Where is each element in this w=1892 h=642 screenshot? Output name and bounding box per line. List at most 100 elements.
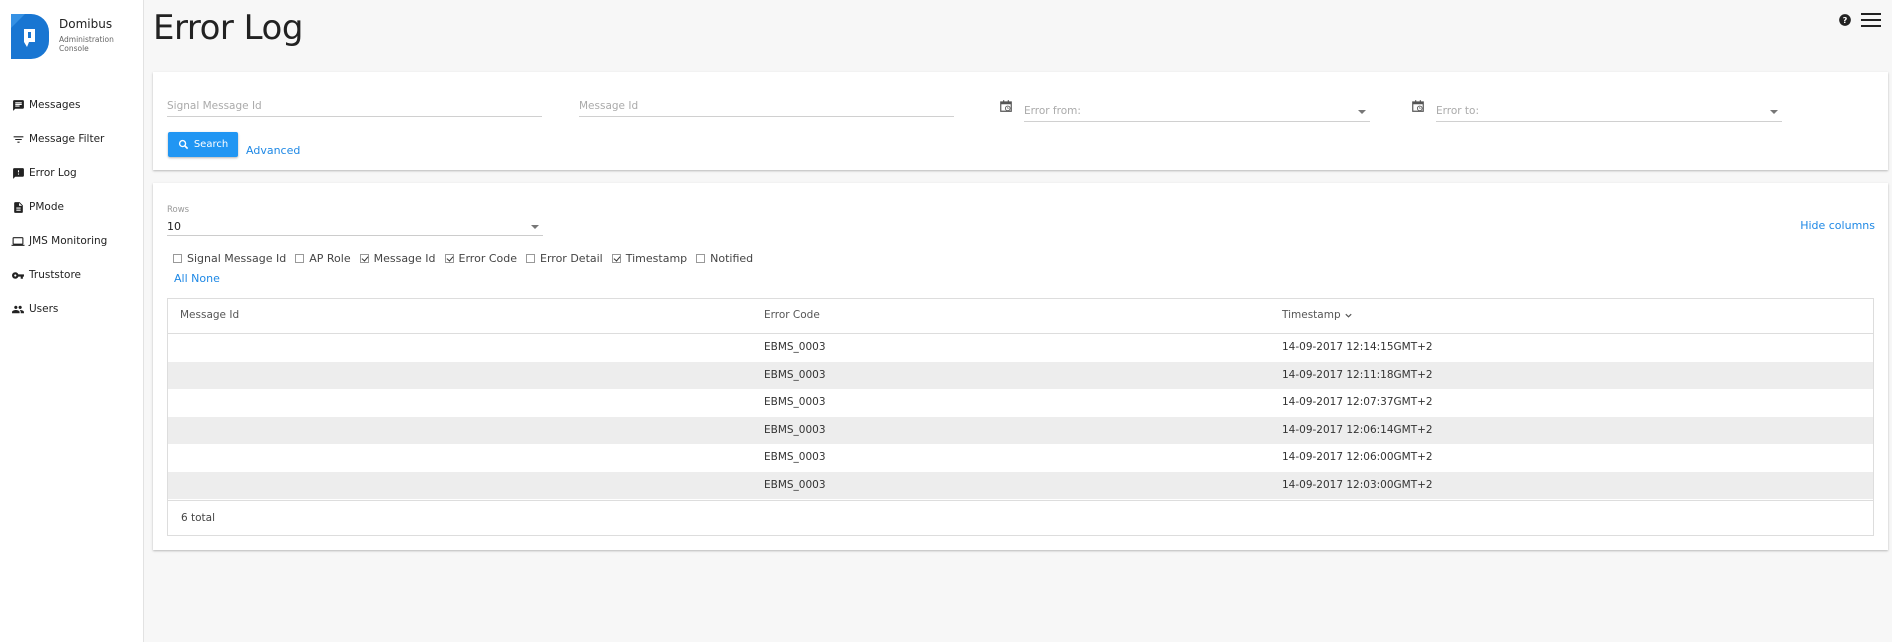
column-header-timestamp[interactable]: Timestamp <box>1282 309 1353 321</box>
table-body: EBMS_0003 14-09-2017 12:14:15GMT+2 EBMS_… <box>168 334 1873 499</box>
cell-timestamp: 14-09-2017 12:06:14GMT+2 <box>1282 423 1433 436</box>
cell-error-code: EBMS_0003 <box>764 451 826 463</box>
laptop-icon <box>11 234 25 248</box>
message-icon <box>11 98 25 112</box>
cell-error-code: EBMS_0003 <box>764 368 826 381</box>
sidebar-item-label: PMode <box>29 201 64 213</box>
brand: Domibus Administration Console <box>11 14 114 59</box>
sidebar-item-pmode[interactable]: PMode <box>0 190 144 224</box>
rows-label: Rows <box>167 205 190 215</box>
alert-icon <box>11 166 25 180</box>
select-none-link[interactable]: None <box>191 272 220 285</box>
table-footer: 6 total <box>168 500 1873 535</box>
chevron-down-icon <box>1770 110 1778 114</box>
menu-icon[interactable] <box>1860 11 1882 32</box>
cell-timestamp: 14-09-2017 12:11:18GMT+2 <box>1282 368 1433 381</box>
brand-name: Domibus <box>59 17 113 31</box>
cell-timestamp: 14-09-2017 12:07:37GMT+2 <box>1282 396 1433 408</box>
table-row[interactable]: EBMS_0003 14-09-2017 12:06:00GMT+2 <box>168 444 1873 472</box>
filter-icon <box>11 132 25 146</box>
column-toggle-error-detail[interactable]: Error Detail <box>526 252 603 265</box>
column-toggle-label: Notified <box>710 252 754 265</box>
hide-columns-link[interactable]: Hide columns <box>1800 219 1875 232</box>
sidebar-item-messages[interactable]: Messages <box>0 88 144 122</box>
sidebar-item-label: JMS Monitoring <box>29 235 108 247</box>
sidebar-item-label: Message Filter <box>29 133 105 145</box>
sort-desc-icon <box>1345 313 1352 318</box>
cell-error-code: EBMS_0003 <box>764 341 826 353</box>
page-title: Error Log <box>153 8 303 48</box>
checkbox[interactable] <box>611 254 621 263</box>
top-toolbar: ? <box>1838 11 1882 32</box>
checkbox[interactable] <box>526 254 536 263</box>
sidebar-item-label: Users <box>29 303 59 315</box>
message-id-placeholder: Message Id <box>579 100 639 112</box>
sidebar-item-error-log[interactable]: Error Log <box>0 156 144 190</box>
cell-timestamp: 14-09-2017 12:06:00GMT+2 <box>1282 451 1433 463</box>
table-row[interactable]: EBMS_0003 14-09-2017 12:03:00GMT+2 <box>168 471 1873 499</box>
column-header-error-code[interactable]: Error Code <box>764 309 820 321</box>
table-row[interactable]: EBMS_0003 14-09-2017 12:06:14GMT+2 <box>168 416 1873 444</box>
document-icon <box>11 200 25 214</box>
calendar-clock-icon[interactable] <box>999 99 1013 116</box>
column-toggle-label: AP Role <box>309 252 351 265</box>
error-from-field[interactable]: Error from: <box>1024 100 1370 122</box>
brand-subtitle-1: Administration <box>59 35 114 44</box>
column-toggle-signal-message-id[interactable]: Signal Message Id <box>173 252 286 265</box>
cell-timestamp: 14-09-2017 12:14:15GMT+2 <box>1282 341 1433 353</box>
signal-message-id-field[interactable]: Signal Message Id <box>167 95 542 117</box>
column-toggle-ap-role[interactable]: AP Role <box>295 252 351 265</box>
checkbox[interactable] <box>295 254 305 263</box>
select-all-link[interactable]: All <box>174 272 188 285</box>
cell-error-code: EBMS_0003 <box>764 396 826 408</box>
signal-message-id-placeholder: Signal Message Id <box>167 100 262 112</box>
column-header-message-id[interactable]: Message Id <box>180 309 239 321</box>
rows-value: 10 <box>167 220 181 233</box>
sidebar-item-label: Truststore <box>29 269 81 281</box>
filter-panel: Signal Message Id Message Id Error from:… <box>153 72 1888 170</box>
table-row[interactable]: EBMS_0003 14-09-2017 12:14:15GMT+2 <box>168 334 1873 362</box>
table-header: Message Id Error Code Timestamp <box>168 299 1873 334</box>
table-row[interactable]: EBMS_0003 14-09-2017 12:07:37GMT+2 <box>168 389 1873 417</box>
total-count: 6 total <box>181 512 216 524</box>
column-toggle-message-id[interactable]: Message Id <box>359 252 436 265</box>
search-button[interactable]: Search <box>168 132 238 157</box>
column-toggle-label: Error Detail <box>540 252 603 265</box>
sidebar-item-jms-monitoring[interactable]: JMS Monitoring <box>0 224 144 258</box>
sidebar: Domibus Administration Console Messages … <box>0 0 144 642</box>
error-to-field[interactable]: Error to: <box>1436 100 1782 122</box>
sidebar-item-users[interactable]: Users <box>0 292 144 326</box>
rows-select[interactable]: 10 <box>167 218 543 236</box>
key-icon <box>11 268 25 282</box>
sidebar-nav: Messages Message Filter Error Log PMode … <box>0 88 144 326</box>
checkbox[interactable] <box>359 254 369 263</box>
column-toggle-timestamp[interactable]: Timestamp <box>611 252 687 265</box>
help-icon[interactable]: ? <box>1838 13 1852 30</box>
users-icon <box>11 302 25 316</box>
advanced-link[interactable]: Advanced <box>246 144 300 157</box>
sidebar-item-truststore[interactable]: Truststore <box>0 258 144 292</box>
column-header-label: Timestamp <box>1282 309 1341 321</box>
search-icon <box>178 139 189 150</box>
error-log-table: Message Id Error Code Timestamp EBMS_000… <box>167 298 1874 536</box>
sidebar-item-message-filter[interactable]: Message Filter <box>0 122 144 156</box>
cell-timestamp: 14-09-2017 12:03:00GMT+2 <box>1282 478 1433 491</box>
all-none-links: All None <box>174 272 220 285</box>
svg-text:?: ? <box>1843 15 1848 25</box>
error-to-placeholder: Error to: <box>1436 105 1480 117</box>
column-toggle-label: Message Id <box>373 252 436 265</box>
error-from-placeholder: Error from: <box>1024 105 1081 117</box>
column-toggle-error-code[interactable]: Error Code <box>444 252 518 265</box>
sidebar-item-label: Messages <box>29 99 81 111</box>
brand-subtitle-2: Console <box>59 44 89 53</box>
column-toggle-notified[interactable]: Notified <box>696 252 753 265</box>
checkbox[interactable] <box>444 254 454 263</box>
checkbox[interactable] <box>173 254 182 263</box>
message-id-field[interactable]: Message Id <box>579 95 954 117</box>
column-toggles: Signal Message Id AP Role Message Id Err… <box>173 252 762 265</box>
column-toggle-label: Error Code <box>458 252 518 265</box>
checkbox[interactable] <box>696 254 706 263</box>
calendar-clock-icon[interactable] <box>1411 99 1425 116</box>
table-row[interactable]: EBMS_0003 14-09-2017 12:11:18GMT+2 <box>168 361 1873 389</box>
cell-error-code: EBMS_0003 <box>764 423 826 436</box>
